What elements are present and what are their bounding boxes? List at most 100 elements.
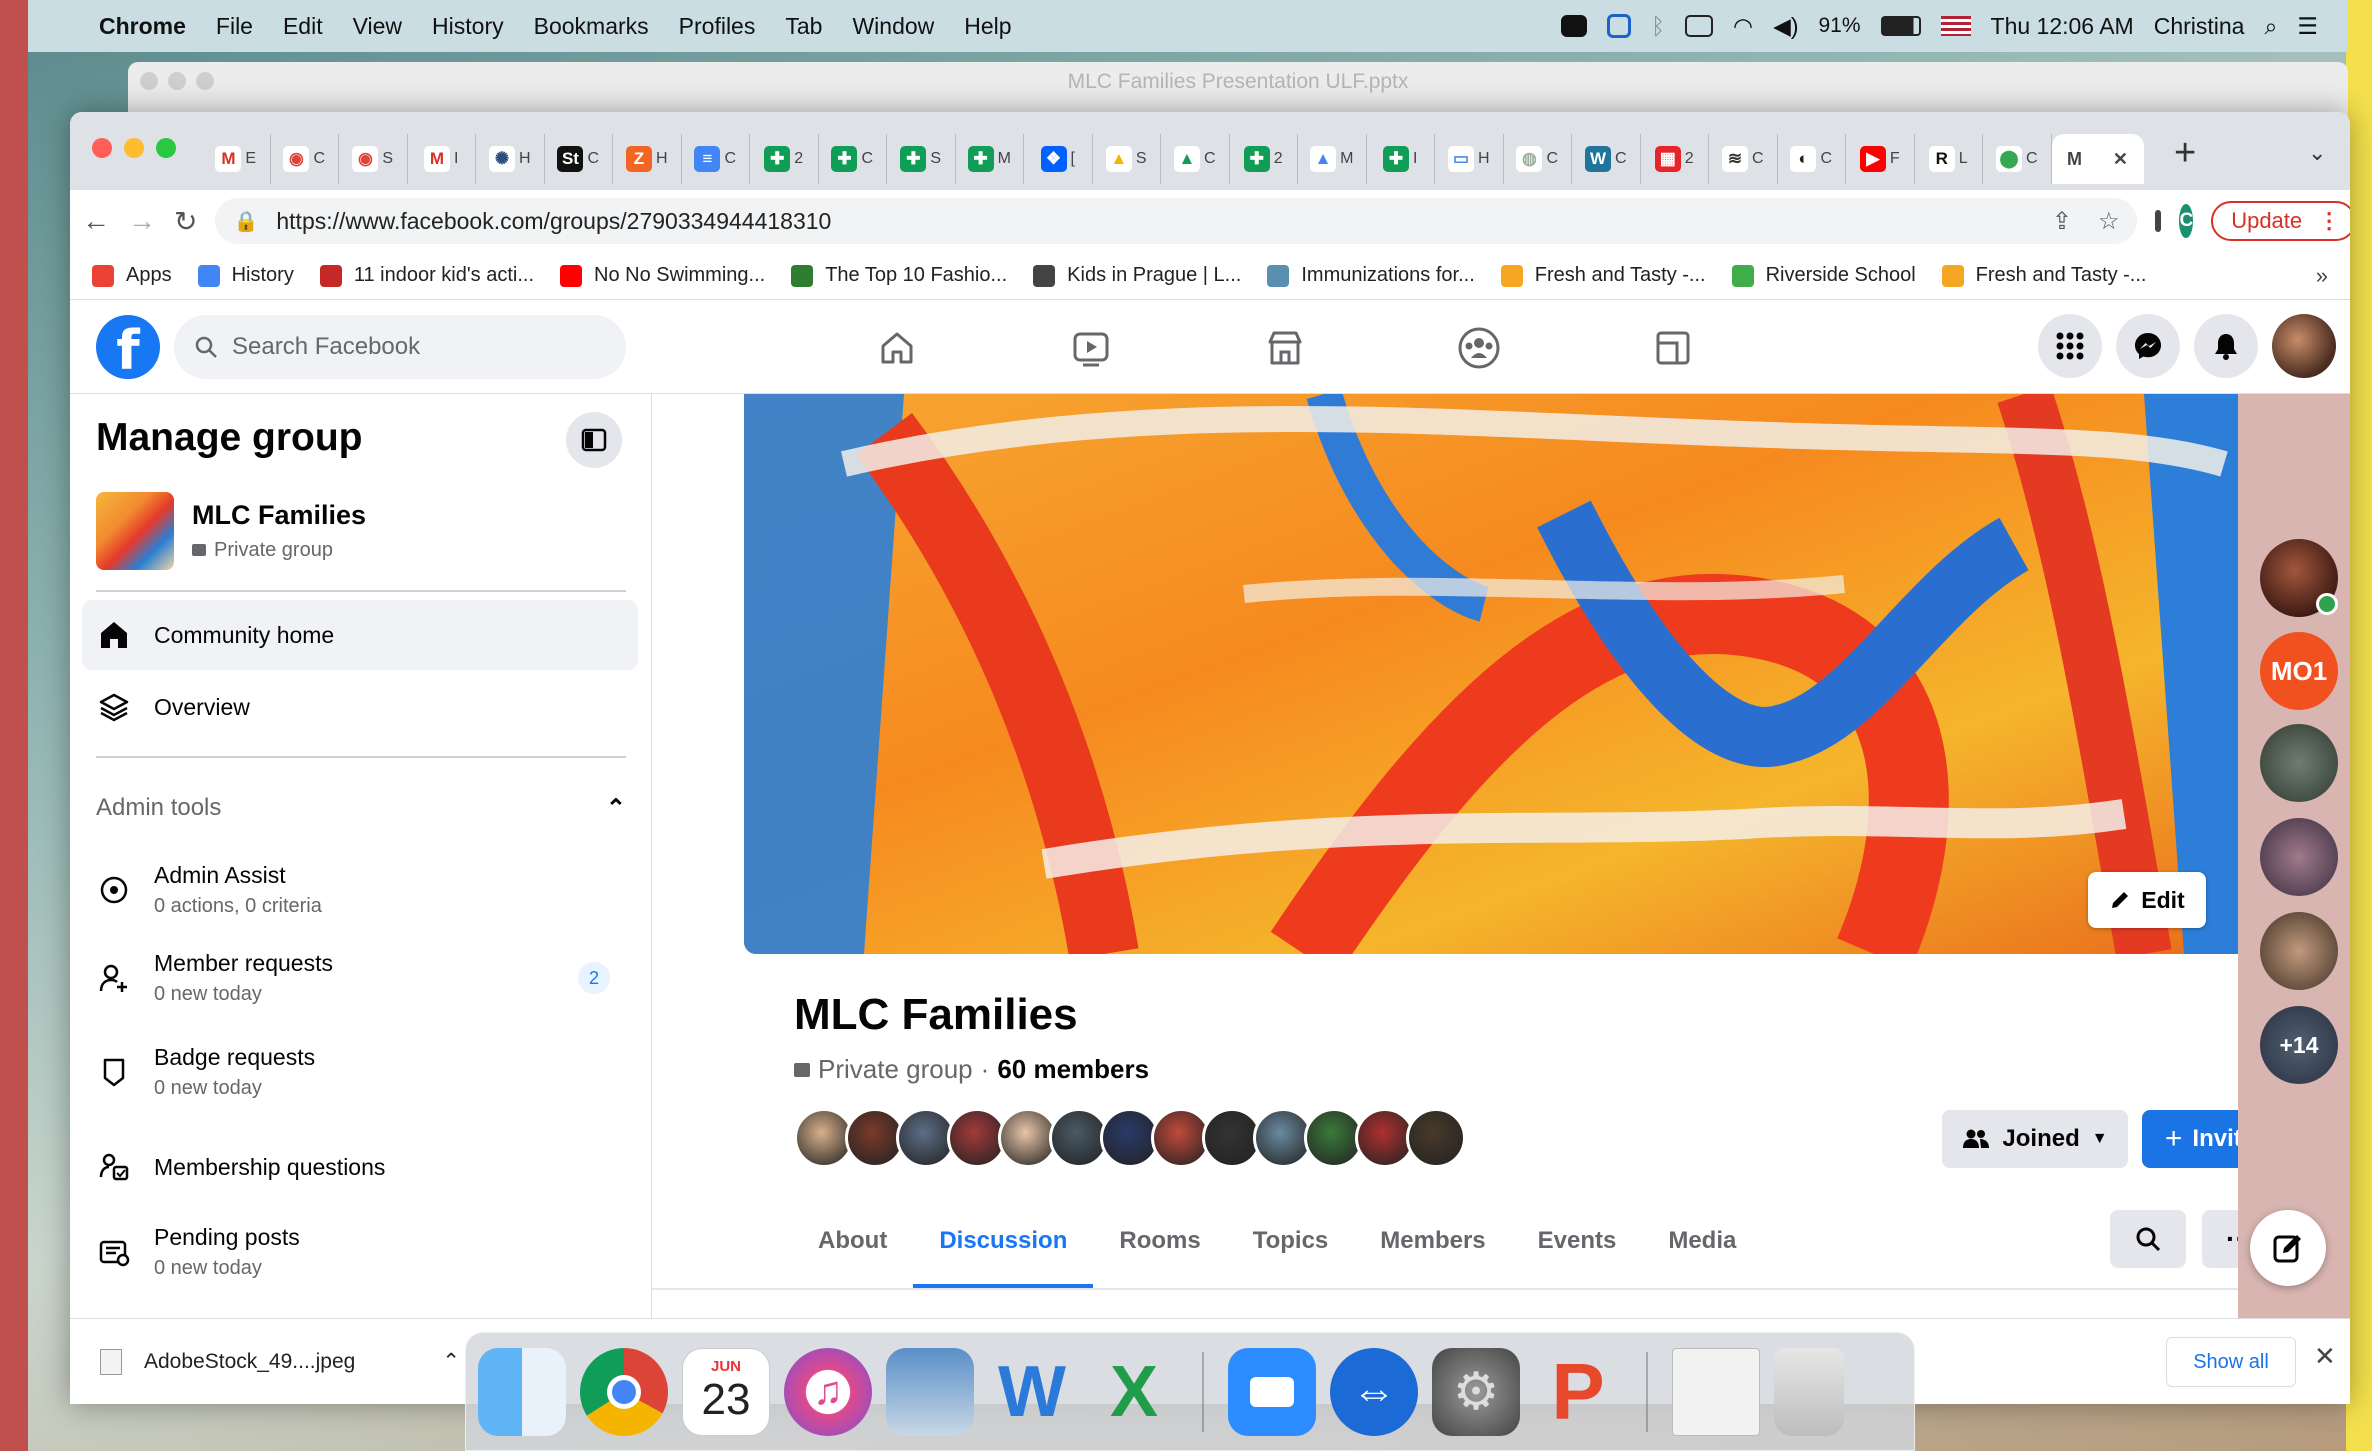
member-facepile[interactable] [794, 1108, 1466, 1168]
tab-members[interactable]: Members [1354, 1194, 1511, 1288]
teamviewer-status-icon[interactable] [1607, 14, 1632, 38]
close-window-button[interactable] [92, 138, 112, 158]
update-button[interactable]: Update ⋮ [2211, 201, 2350, 241]
show-all-button[interactable]: Show all [2166, 1337, 2296, 1387]
browser-tab[interactable]: ▦ 2 [1641, 134, 1709, 184]
menu-history[interactable]: History [417, 13, 519, 40]
joined-button[interactable]: Joined ▼ [1942, 1110, 2128, 1168]
tab-media[interactable]: Media [1642, 1194, 1762, 1288]
excel-icon[interactable]: X [1090, 1348, 1178, 1436]
music-icon[interactable]: ♫ [784, 1347, 872, 1436]
bookmark-item[interactable]: The Top 10 Fashio... [791, 264, 1007, 287]
browser-tab[interactable]: ≡ C [682, 134, 750, 184]
browser-tab[interactable]: ZH [613, 134, 682, 184]
browser-tab[interactable]: RL [1915, 134, 1983, 184]
browser-tab[interactable]: ▭ H [1435, 134, 1504, 184]
zoom-window-button[interactable] [156, 138, 176, 158]
tab-discussion[interactable]: Discussion [913, 1194, 1094, 1288]
sidebar-item-pending-posts[interactable]: Pending posts 0 new today [82, 1214, 638, 1290]
browser-tab[interactable]: ▲ C [1161, 134, 1230, 184]
trash-icon[interactable] [1774, 1347, 1844, 1436]
flag-icon[interactable] [1940, 16, 1971, 36]
browser-tab[interactable]: ◍ C [1504, 134, 1572, 184]
url-text[interactable]: https://www.facebook.com/groups/27903349… [276, 208, 831, 235]
menu-button[interactable] [2038, 314, 2102, 378]
contact-avatar[interactable] [2260, 818, 2338, 896]
bookmark-star-icon[interactable]: ☆ [2098, 207, 2120, 236]
member-avatar[interactable] [1406, 1108, 1466, 1168]
browser-tab[interactable]: ✚ 2 [750, 134, 819, 184]
browser-tab[interactable]: ◉ S [339, 134, 408, 184]
collapse-sidebar-button[interactable] [566, 412, 622, 468]
notifications-button[interactable] [2194, 314, 2258, 378]
browser-tab[interactable]: ✚ M [956, 134, 1024, 184]
menu-profiles[interactable]: Profiles [664, 13, 771, 40]
contact-avatar[interactable] [2260, 912, 2338, 990]
browser-tab-active[interactable]: M ✕ [2051, 134, 2144, 184]
bookmark-item[interactable]: 11 indoor kid's acti... [319, 264, 534, 287]
bookmark-item[interactable]: History [197, 264, 294, 287]
member-count[interactable]: 60 members [997, 1054, 1149, 1085]
browser-tab[interactable]: ≋ C [1709, 134, 1778, 184]
preview-icon[interactable] [886, 1347, 974, 1436]
bookmark-item[interactable]: Riverside School [1731, 264, 1916, 287]
menu-file[interactable]: File [201, 13, 268, 40]
messenger-button[interactable] [2116, 314, 2180, 378]
admin-tools-header[interactable]: Admin tools ⌃ [96, 794, 626, 823]
battery-icon[interactable] [1880, 16, 1921, 36]
chrome-icon[interactable] [580, 1347, 668, 1436]
finder-icon[interactable] [478, 1347, 566, 1436]
browser-tab[interactable]: ❖[ [1024, 134, 1093, 184]
bookmark-item[interactable]: Kids in Prague | L... [1033, 264, 1241, 287]
tab-search-chevron-icon[interactable]: ⌄ [2308, 140, 2326, 166]
reload-icon[interactable]: ↻ [174, 205, 197, 238]
menu-edit[interactable]: Edit [268, 13, 338, 40]
browser-tab[interactable]: MI [408, 134, 476, 184]
minimize-window-button[interactable] [124, 138, 144, 158]
system-preferences-icon[interactable]: ⚙ [1432, 1347, 1520, 1436]
document-thumbnail-icon[interactable] [1672, 1347, 1760, 1436]
browser-tab[interactable]: ▲ S [1093, 134, 1161, 184]
contact-avatar[interactable] [2260, 724, 2338, 802]
forward-icon[interactable]: → [128, 205, 156, 237]
tab-rooms[interactable]: Rooms [1093, 1194, 1226, 1288]
powerpoint-icon[interactable]: P [1534, 1347, 1622, 1436]
browser-tab[interactable]: ✚ 2 [1230, 134, 1298, 184]
profile-avatar[interactable]: C [2179, 204, 2194, 238]
wifi-icon[interactable]: ◠ [1733, 13, 1753, 40]
tab-topics[interactable]: Topics [1227, 1194, 1355, 1288]
keyboard-icon[interactable] [1685, 15, 1714, 37]
browser-tab[interactable]: WC [1572, 134, 1641, 184]
clock[interactable]: Thu 12:06 AM [1991, 13, 2134, 40]
browser-tab[interactable]: ME [202, 134, 271, 184]
browser-tab[interactable]: ◉ C [271, 134, 339, 184]
sidebar-item-badge-requests[interactable]: Badge requests 0 new today [82, 1034, 638, 1110]
menu-view[interactable]: View [338, 13, 417, 40]
tab-about[interactable]: About [792, 1194, 913, 1288]
search-input[interactable]: Search Facebook [174, 315, 626, 379]
teamviewer-icon[interactable]: ⇔ [1330, 1347, 1418, 1436]
browser-tab[interactable]: ✚ S [887, 134, 956, 184]
close-tab-icon[interactable]: ✕ [2113, 149, 2128, 170]
zoom-icon[interactable] [1228, 1347, 1316, 1436]
new-tab-button[interactable]: + [2174, 132, 2196, 175]
contact-avatar-m01[interactable]: MO1 [2260, 632, 2338, 710]
nav-groups[interactable] [1382, 322, 1576, 374]
menu-help[interactable]: Help [949, 13, 1026, 40]
sidebar-item-community-home[interactable]: Community home [82, 600, 638, 670]
browser-tab[interactable]: ⬤ C [1983, 134, 2052, 184]
bookmark-item[interactable]: Apps [92, 264, 172, 287]
share-icon[interactable]: ⇪ [2052, 207, 2072, 236]
sidebar-item-admin-assist[interactable]: Admin Assist 0 actions, 0 criteria [82, 852, 638, 928]
sidebar-item-member-requests[interactable]: Member requests 0 new today 2 [82, 940, 638, 1016]
sidebar-group-info[interactable]: MLC Families Private group [96, 492, 366, 570]
bookmark-item[interactable]: Fresh and Tasty -... [1500, 264, 1706, 287]
browser-tab[interactable]: ▶ F [1846, 134, 1915, 184]
spotlight-icon[interactable]: ⌕ [2264, 13, 2277, 40]
facebook-logo-icon[interactable]: f [96, 315, 160, 379]
group-search-button[interactable] [2110, 1210, 2186, 1268]
lock-icon[interactable]: 🔒 [233, 209, 258, 234]
nav-marketplace[interactable] [1188, 322, 1382, 374]
browser-tab[interactable]: ✺ H [476, 134, 545, 184]
menu-app-name[interactable]: Chrome [84, 13, 201, 40]
